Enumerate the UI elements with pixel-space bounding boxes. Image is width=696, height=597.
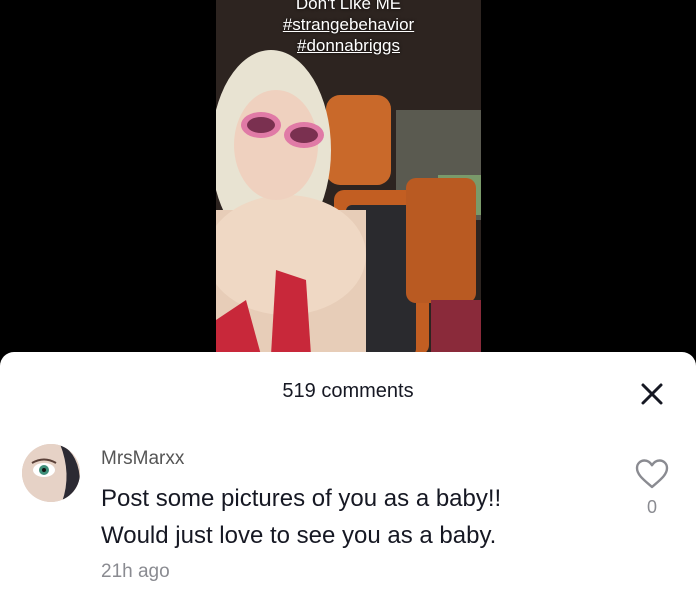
close-icon[interactable] bbox=[638, 380, 666, 408]
comments-count-title: 519 comments bbox=[282, 380, 414, 402]
video-frame[interactable]: Don't Like ME #strangebehavior #donnabri… bbox=[216, 0, 481, 355]
like-count: 0 bbox=[646, 497, 657, 517]
comment-timestamp: 21h ago bbox=[101, 561, 170, 582]
video-caption: Don't Like ME #strangebehavior #donnabri… bbox=[216, 0, 481, 56]
heart-outline-icon[interactable] bbox=[634, 458, 670, 490]
comment-text: Post some pictures of you as a baby!! Wo… bbox=[101, 480, 621, 554]
hashtag-link[interactable]: #strangebehavior bbox=[216, 14, 481, 35]
comment-text-line: Would just love to see you as a baby. bbox=[101, 522, 497, 549]
hashtag-link[interactable]: #donnabriggs bbox=[216, 35, 481, 56]
comment-username[interactable]: MrsMarxx bbox=[101, 448, 184, 470]
caption-line: Don't Like ME bbox=[295, 0, 402, 13]
comments-sheet: 519 comments MrsMarxx Post some pictures… bbox=[0, 352, 696, 597]
avatar[interactable] bbox=[22, 444, 80, 502]
comment-text-line: Post some pictures of you as a baby!! bbox=[101, 485, 502, 512]
